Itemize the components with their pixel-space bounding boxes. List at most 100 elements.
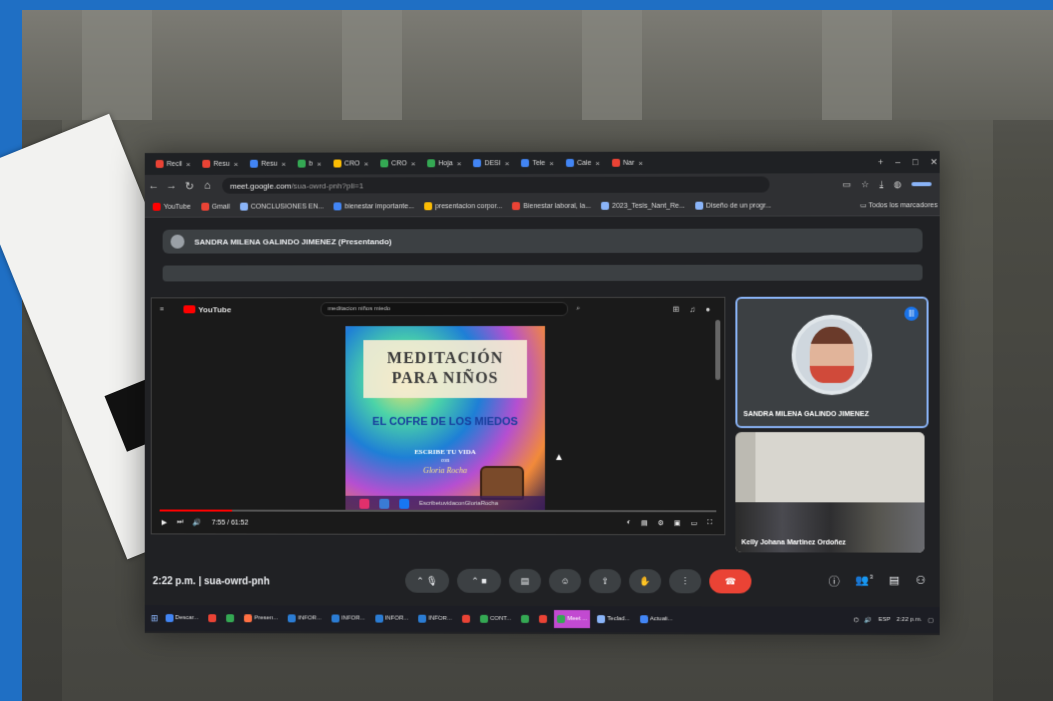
- close-tab-icon[interactable]: ×: [234, 159, 239, 168]
- close-tab-icon[interactable]: ×: [317, 159, 322, 168]
- wifi-icon[interactable]: ⌬: [854, 616, 859, 623]
- browser-tab[interactable]: CRO ×: [328, 154, 373, 172]
- taskbar-item[interactable]: INFOR...: [415, 610, 455, 628]
- scrollbar[interactable]: [715, 319, 721, 380]
- close-tab-icon[interactable]: ×: [364, 159, 369, 168]
- volume-icon[interactable]: 🔊: [193, 519, 202, 527]
- browser-tab[interactable]: DESI ×: [468, 154, 514, 172]
- captions-button[interactable]: ▤: [509, 568, 541, 594]
- browser-tab[interactable]: Recil ×: [151, 155, 196, 173]
- youtube-search-input[interactable]: meditacion niños miedo: [320, 301, 569, 317]
- back-icon[interactable]: ←: [145, 180, 163, 192]
- close-tab-icon[interactable]: ×: [638, 158, 643, 167]
- tray-clock[interactable]: 2:22 p.m.: [897, 616, 922, 623]
- volume-icon[interactable]: 🔊: [865, 616, 873, 623]
- all-bookmarks[interactable]: ▭ Todos los marcadores: [860, 201, 940, 209]
- raise-hand-button[interactable]: ✋: [629, 569, 662, 594]
- taskbar-item[interactable]: INFOR...: [372, 610, 412, 628]
- next-icon[interactable]: ⏭: [177, 519, 183, 527]
- close-window-icon[interactable]: ✕: [930, 156, 938, 167]
- reload-icon[interactable]: ↻: [180, 179, 198, 192]
- autoplay-toggle[interactable]: ◐: [627, 519, 631, 527]
- close-tab-icon[interactable]: ×: [411, 159, 416, 168]
- bookmark-item[interactable]: presentacion corpor...: [424, 202, 502, 211]
- taskbar-item[interactable]: [223, 609, 237, 627]
- participant-tile[interactable]: Kelly Johana Martinez Ordoñez: [735, 432, 925, 553]
- bookmark-item[interactable]: Diseño de un progr...: [695, 201, 771, 210]
- browser-tab[interactable]: Resu ×: [198, 155, 244, 173]
- new-tab-icon[interactable]: +: [878, 157, 883, 168]
- create-icon[interactable]: ⊞: [673, 304, 680, 313]
- bookmark-star-icon[interactable]: ☆: [861, 179, 869, 190]
- minimize-icon[interactable]: –: [895, 157, 900, 168]
- forward-icon[interactable]: →: [163, 180, 181, 192]
- bookmark-item[interactable]: Bienestar laboral, la...: [512, 202, 591, 211]
- close-tab-icon[interactable]: ×: [549, 158, 554, 167]
- bell-icon[interactable]: ♫: [689, 304, 695, 313]
- miniplayer-icon[interactable]: ▣: [674, 519, 681, 527]
- taskbar-item[interactable]: Descar...: [162, 609, 201, 627]
- browser-tab[interactable]: CRO ×: [375, 154, 420, 172]
- participant-tile[interactable]: ||| SANDRA MILENA GALINDO JIMENEZ: [735, 296, 929, 429]
- play-icon[interactable]: ▶: [162, 518, 167, 526]
- youtube-logo[interactable]: YouTube: [183, 305, 231, 314]
- video-progress[interactable]: [159, 509, 717, 513]
- camera-button[interactable]: ⌃ ■: [457, 568, 502, 593]
- taskbar-item[interactable]: CONT...: [477, 610, 514, 628]
- close-tab-icon[interactable]: ×: [186, 159, 191, 168]
- browser-tab[interactable]: Cale ×: [561, 154, 605, 172]
- home-icon[interactable]: ⌂: [198, 180, 216, 192]
- mic-button[interactable]: ⌃ 🎙: [405, 568, 450, 593]
- start-icon[interactable]: ⊞: [145, 613, 158, 624]
- emoji-button[interactable]: ☺: [548, 569, 582, 594]
- taskbar-app-icon: [521, 614, 530, 623]
- chat-icon[interactable]: ▤: [889, 574, 899, 590]
- browser-tab[interactable]: Nar ×: [607, 154, 648, 172]
- activities-icon[interactable]: ⚇: [916, 574, 926, 590]
- close-tab-icon[interactable]: ×: [595, 158, 600, 167]
- extension-icon[interactable]: ◍: [893, 179, 901, 190]
- browser-tab[interactable]: Resu ×: [245, 155, 291, 173]
- maximize-icon[interactable]: □: [912, 157, 917, 168]
- video-frame[interactable]: MEDITACIÓN PARA NIÑOS EL COFRE DE LOS MI…: [345, 325, 545, 512]
- close-tab-icon[interactable]: ×: [457, 159, 462, 168]
- settings-icon[interactable]: ⚙: [658, 519, 664, 527]
- bookmark-item[interactable]: 2023_Tesis_Nant_Re...: [601, 201, 685, 210]
- taskbar-item[interactable]: Meet ...: [554, 610, 591, 629]
- language-indicator[interactable]: ESP: [878, 616, 890, 623]
- bookmark-item[interactable]: Gmail: [200, 202, 230, 211]
- taskbar-item[interactable]: INFOR...: [285, 609, 324, 627]
- taskbar-item[interactable]: [536, 610, 550, 628]
- taskbar-item[interactable]: [206, 609, 220, 627]
- address-input[interactable]: meet.google.com/sua-owrd-pnh?pli=1: [222, 176, 770, 194]
- browser-tab[interactable]: Hoja ×: [422, 154, 466, 172]
- download-icon[interactable]: ⤓: [879, 179, 883, 190]
- fullscreen-icon[interactable]: ⛶: [707, 519, 712, 527]
- cast-icon[interactable]: ▭: [843, 179, 852, 190]
- present-button[interactable]: ⇪: [589, 569, 622, 594]
- taskbar-item[interactable]: Presen...: [241, 609, 281, 627]
- info-icon[interactable]: ⓘ: [829, 574, 840, 590]
- taskbar-item[interactable]: [518, 610, 532, 628]
- theater-icon[interactable]: ▭: [691, 519, 698, 527]
- taskbar-item[interactable]: [459, 610, 473, 628]
- subtitles-icon[interactable]: ▤: [641, 519, 648, 527]
- bookmark-item[interactable]: bienestar importante...: [333, 202, 414, 211]
- browser-tab[interactable]: Tele ×: [516, 154, 559, 172]
- close-tab-icon[interactable]: ×: [505, 159, 510, 168]
- taskbar-item[interactable]: INFOR...: [328, 609, 367, 627]
- bookmark-item[interactable]: YouTube: [152, 202, 191, 211]
- profile-icon[interactable]: ●: [705, 304, 710, 313]
- close-tab-icon[interactable]: ×: [281, 159, 286, 168]
- search-icon[interactable]: ⌕: [576, 305, 580, 313]
- menu-icon[interactable]: ≡: [160, 306, 164, 313]
- more-options-button[interactable]: ⋮: [669, 569, 702, 594]
- taskbar-item[interactable]: Actuali...: [637, 610, 676, 628]
- leave-call-button[interactable]: ☎: [709, 569, 752, 594]
- people-icon[interactable]: 👥3: [856, 574, 873, 590]
- notification-icon[interactable]: ▢: [928, 616, 934, 623]
- browser-tab[interactable]: b ×: [293, 155, 326, 173]
- bookmark-item[interactable]: CONCLUSIONES EN...: [239, 202, 324, 211]
- account-pill[interactable]: [911, 182, 932, 187]
- taskbar-item[interactable]: Teclad...: [594, 610, 632, 628]
